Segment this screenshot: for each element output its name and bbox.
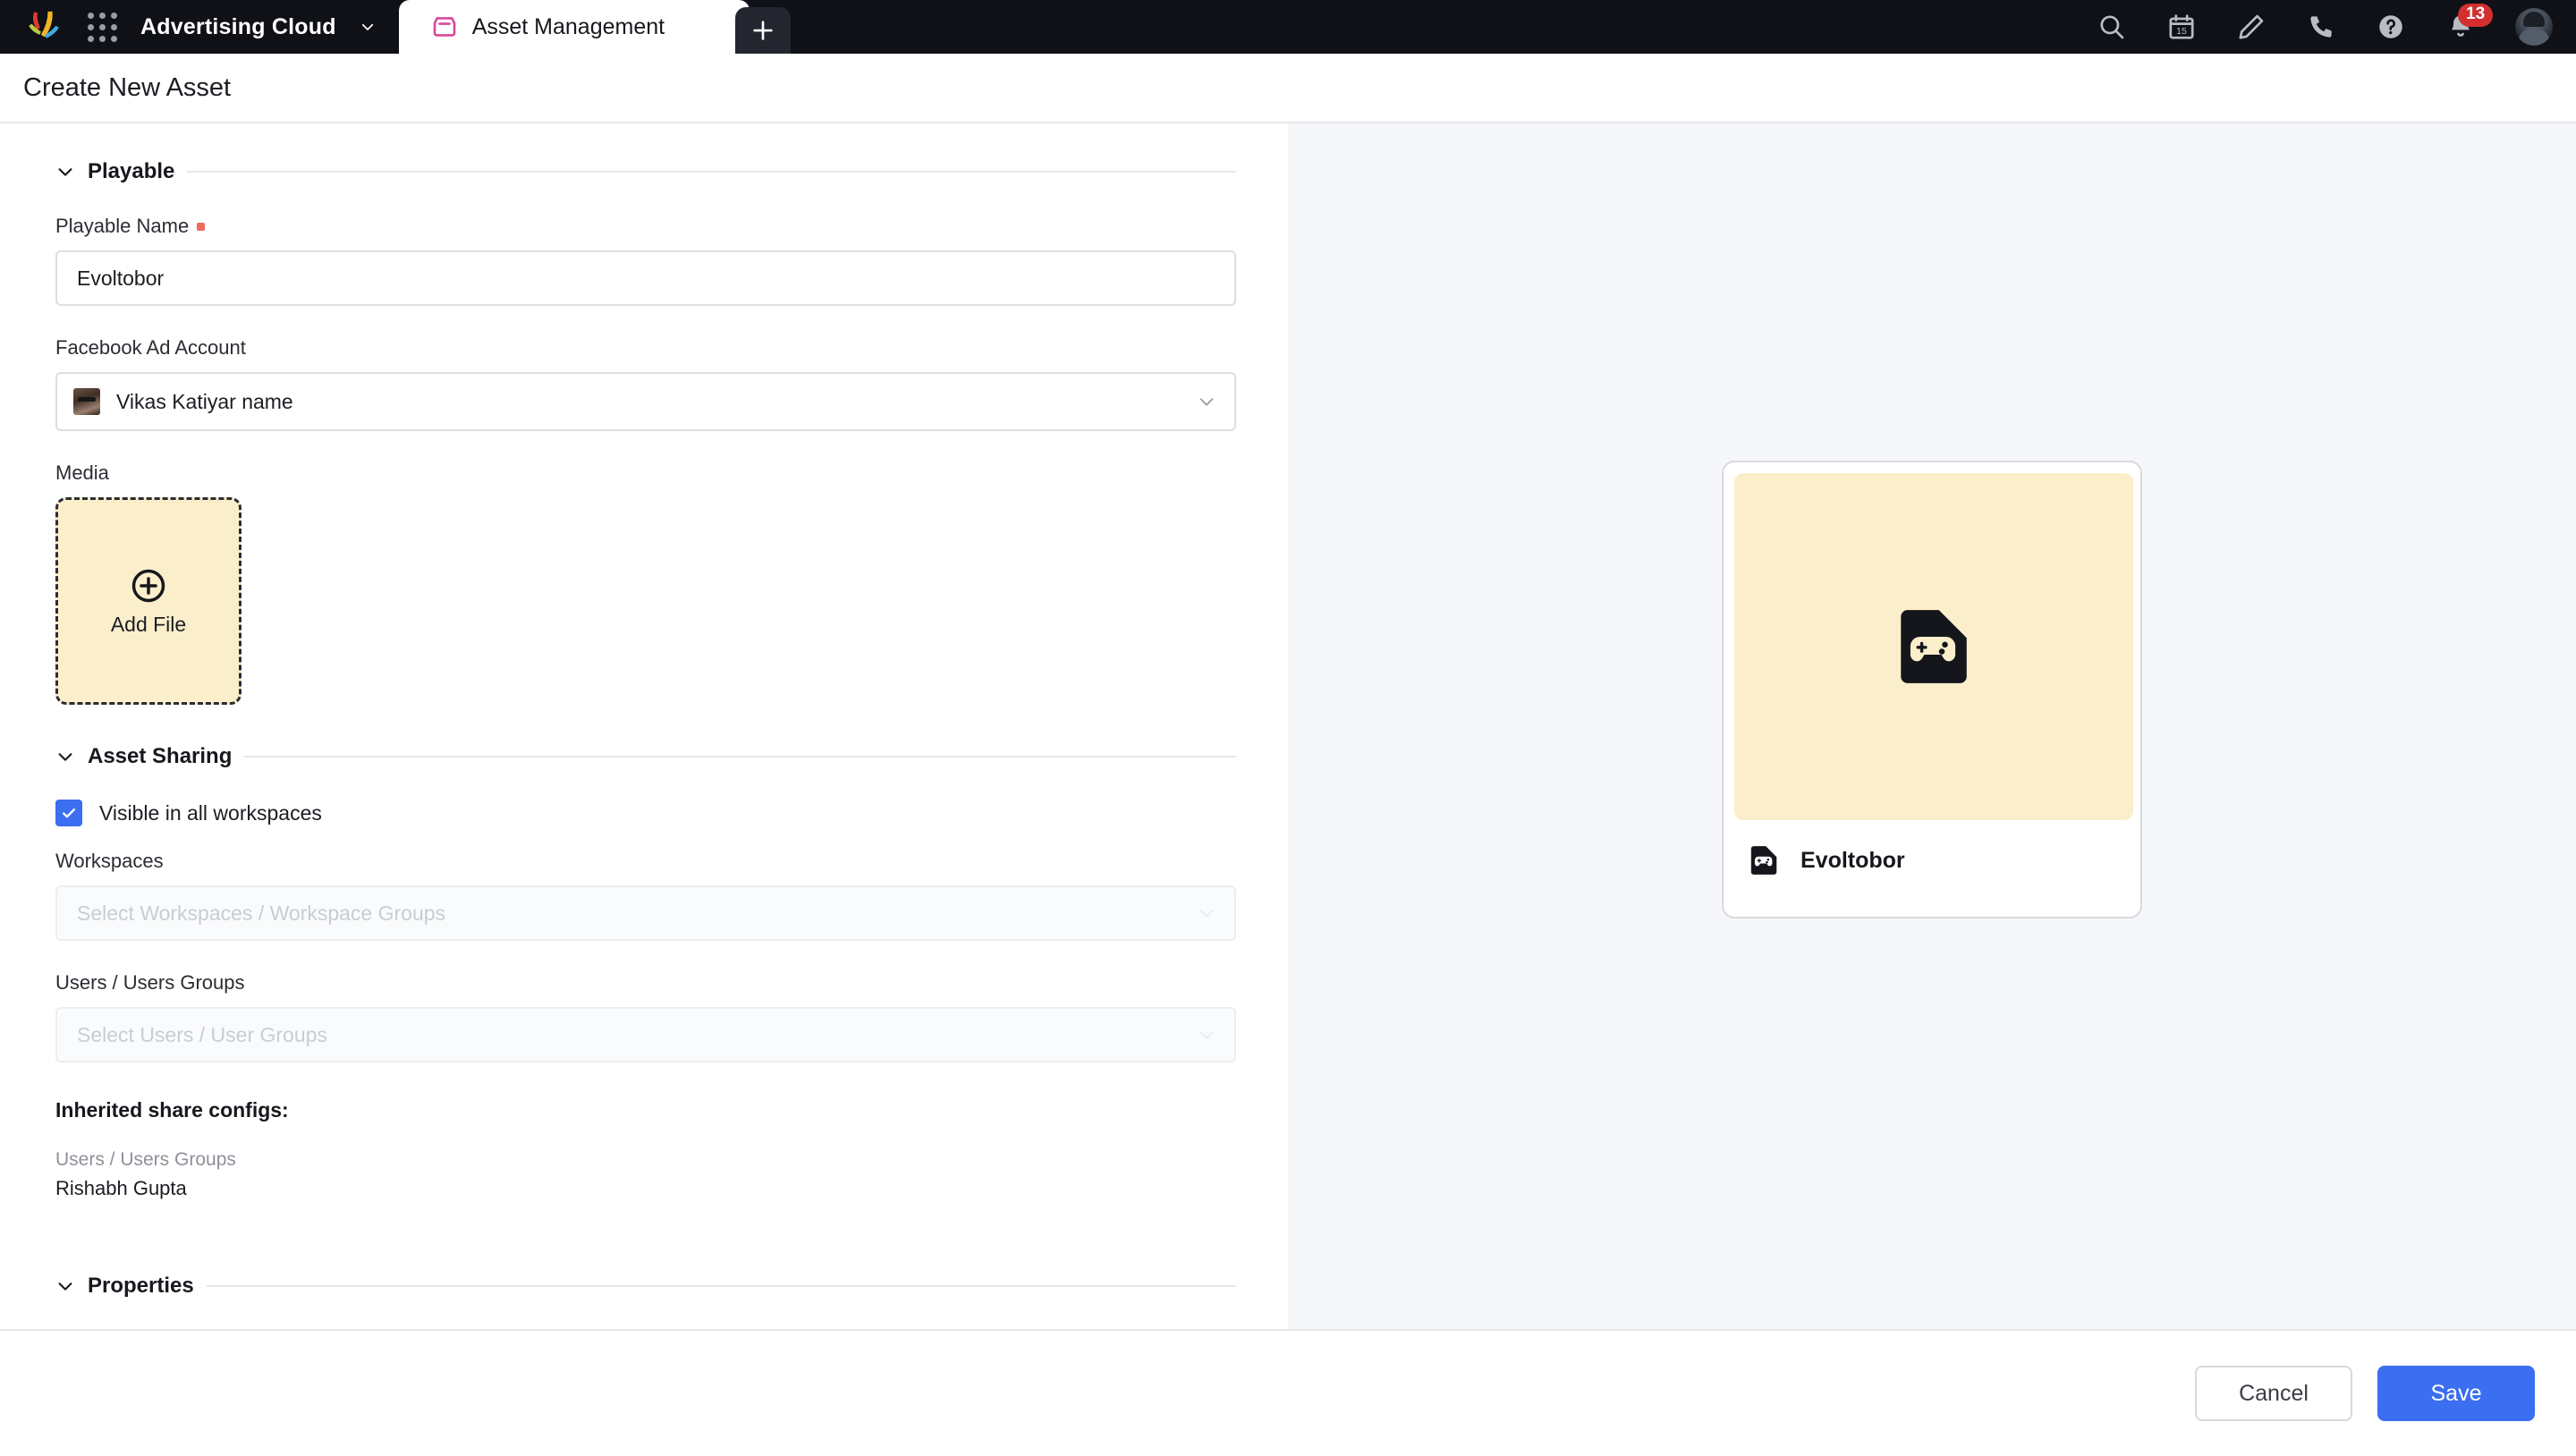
phone-icon[interactable] — [2306, 12, 2336, 42]
playable-name-input[interactable]: Evoltobor — [55, 250, 1236, 306]
section-divider — [187, 171, 1236, 173]
add-file-label: Add File — [110, 612, 187, 636]
notification-count-badge: 13 — [2458, 4, 2494, 27]
visible-all-workspaces-label: Visible in all workspaces — [99, 800, 322, 825]
section-divider — [244, 756, 1236, 758]
inherited-row-label: Users / Users Groups — [55, 1149, 236, 1170]
new-tab-button[interactable] — [734, 7, 791, 54]
game-file-icon — [1901, 610, 1967, 683]
add-file-dropzone[interactable]: Add File — [55, 497, 242, 705]
section-title: Playable — [88, 159, 175, 183]
page-header: Create New Asset — [0, 54, 2576, 123]
inherited-share-row: Users / Users Groups Rishabh Gupta — [55, 1149, 1288, 1200]
top-navigation-bar: Advertising Cloud Asset Management 15 13 — [0, 0, 2576, 54]
pencil-icon[interactable] — [2236, 12, 2267, 42]
chevron-down-icon — [1199, 398, 1214, 406]
section-title: Properties — [88, 1274, 194, 1298]
field-label: Users / Users Groups — [55, 971, 1236, 995]
media-label: Media — [55, 461, 109, 484]
chevron-down-icon — [58, 753, 72, 761]
section-header-properties[interactable]: Properties — [55, 1274, 1288, 1299]
users-groups-select[interactable]: Select Users / User Groups — [55, 1007, 1236, 1062]
user-avatar[interactable] — [2515, 8, 2553, 46]
field-playable-name: Playable Name Evoltobor — [55, 215, 1236, 306]
save-button[interactable]: Save — [2377, 1366, 2535, 1421]
workspaces-placeholder: Select Workspaces / Workspace Groups — [77, 901, 446, 925]
topnav-actions: 15 13 — [2097, 0, 2576, 54]
app-name-label: Advertising Cloud — [140, 13, 336, 39]
tab-label: Asset Management — [471, 13, 665, 39]
field-facebook-ad-account: Facebook Ad Account Vikas Katiyar name — [55, 336, 1236, 431]
field-workspaces: Workspaces Select Workspaces / Workspace… — [55, 850, 1236, 941]
preview-pane: Evoltobor — [1288, 123, 2576, 1329]
required-indicator — [197, 222, 206, 231]
visible-in-all-workspaces-row[interactable]: Visible in all workspaces — [55, 800, 1288, 826]
section-divider — [206, 1285, 1236, 1287]
asset-preview-footer: Evoltobor — [1734, 820, 2130, 877]
svg-text:15: 15 — [2176, 27, 2187, 37]
section-header-playable[interactable]: Playable — [55, 159, 1288, 184]
notifications-button[interactable]: 13 — [2445, 4, 2494, 42]
form-pane: Playable Playable Name Evoltobor Faceboo… — [0, 123, 1288, 1329]
plus-circle-icon — [131, 569, 165, 602]
asset-preview-thumbnail — [1734, 473, 2133, 820]
selected-account-label: Vikas Katiyar name — [116, 389, 293, 413]
help-icon[interactable] — [2376, 12, 2406, 42]
account-avatar — [73, 388, 100, 415]
chevron-down-icon — [1199, 910, 1214, 918]
asset-preview-card[interactable]: Evoltobor — [1722, 461, 2142, 918]
game-file-icon — [1750, 846, 1777, 875]
users-groups-label: Users / Users Groups — [55, 971, 245, 994]
chevron-down-icon — [58, 1282, 72, 1291]
app-grid-icon[interactable] — [88, 12, 117, 42]
playable-name-label: Playable Name — [55, 215, 190, 237]
search-icon[interactable] — [2097, 12, 2127, 42]
chevron-down-icon — [1199, 1031, 1214, 1039]
field-label: Facebook Ad Account — [55, 336, 1236, 360]
splash-logo[interactable] — [23, 9, 64, 45]
inherited-row-value: Rishabh Gupta — [55, 1177, 187, 1199]
checkmark-icon — [63, 808, 75, 818]
users-groups-placeholder: Select Users / User Groups — [77, 1022, 327, 1046]
asset-preview-name: Evoltobor — [1801, 847, 1905, 873]
tab-strip: Asset Management — [398, 0, 791, 54]
page-title: Create New Asset — [23, 72, 232, 102]
inbox-icon — [433, 17, 455, 37]
field-label: Playable Name — [55, 215, 1236, 238]
section-title: Asset Sharing — [88, 744, 233, 768]
topnav-left-cluster: Advertising Cloud — [0, 0, 399, 54]
chevron-down-icon — [58, 168, 72, 176]
field-label: Workspaces — [55, 850, 1236, 873]
visible-all-workspaces-checkbox[interactable] — [55, 800, 82, 826]
form-action-bar: Cancel Save — [0, 1329, 2576, 1456]
plus-icon — [753, 21, 773, 40]
facebook-ad-account-label: Facebook Ad Account — [55, 336, 246, 359]
inherited-share-configs-title: Inherited share configs: — [55, 1098, 289, 1122]
content-area: Playable Playable Name Evoltobor Faceboo… — [0, 123, 2576, 1329]
field-label: Media — [55, 461, 1236, 485]
field-users-groups: Users / Users Groups Select Users / User… — [55, 971, 1236, 1062]
field-media: Media Add File — [55, 461, 1236, 705]
tab-asset-management[interactable]: Asset Management — [398, 0, 750, 54]
workspaces-select[interactable]: Select Workspaces / Workspace Groups — [55, 885, 1236, 941]
cancel-button[interactable]: Cancel — [2195, 1366, 2352, 1421]
facebook-ad-account-select[interactable]: Vikas Katiyar name — [55, 372, 1236, 431]
chevron-down-icon[interactable] — [360, 19, 376, 35]
section-header-asset-sharing[interactable]: Asset Sharing — [55, 744, 1288, 769]
calendar-icon[interactable]: 15 — [2166, 12, 2197, 42]
workspaces-label: Workspaces — [55, 850, 164, 872]
